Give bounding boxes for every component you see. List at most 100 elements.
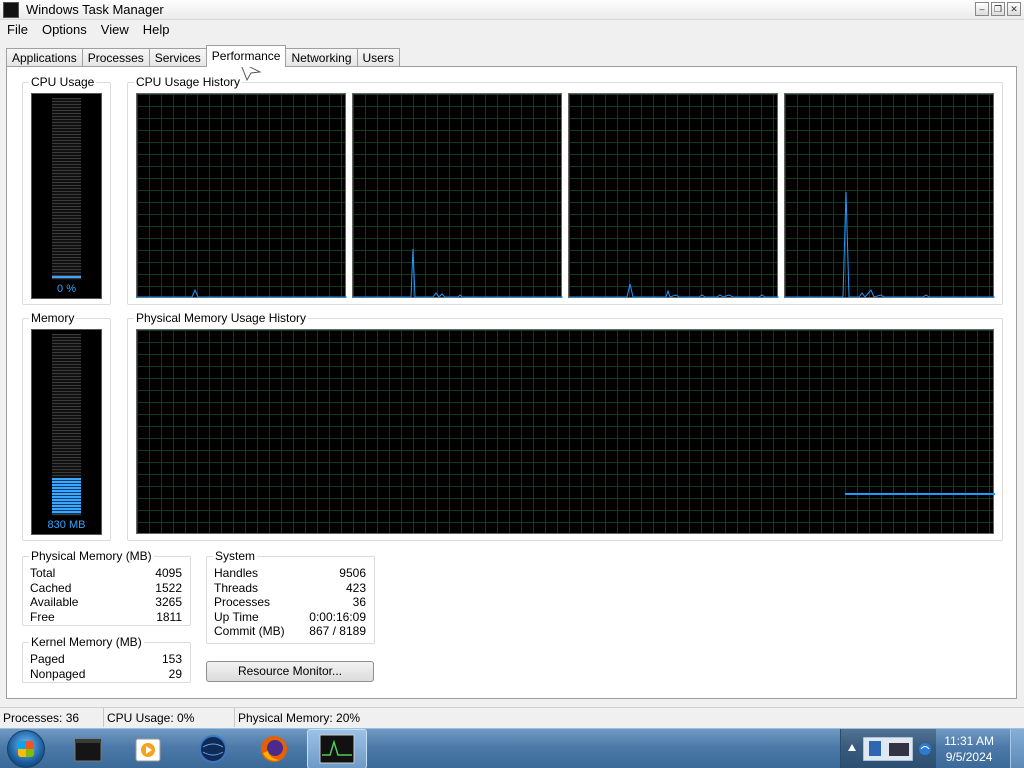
tab-performance[interactable]: Performance bbox=[205, 45, 287, 67]
stat-name: Processes bbox=[214, 595, 271, 609]
stat-row-nonpaged: Nonpaged 29 bbox=[30, 667, 182, 681]
stat-value: 153 bbox=[161, 652, 182, 666]
memory-meter-fill bbox=[52, 478, 81, 514]
cpu-core-2-line bbox=[353, 248, 563, 298]
task-manager-icon bbox=[319, 734, 355, 764]
memory-label: Memory bbox=[29, 311, 77, 325]
status-processes: Processes: 36 bbox=[0, 708, 104, 727]
stat-name: Nonpaged bbox=[30, 667, 86, 681]
cpu-meter-fill bbox=[52, 276, 81, 278]
stat-value: 3265 bbox=[155, 595, 182, 609]
cpu-core-1-graph bbox=[136, 93, 347, 298]
cpu-core-3-graph bbox=[568, 93, 779, 298]
cpu-usage-value: 0 % bbox=[57, 283, 76, 295]
close-button[interactable]: ✕ bbox=[1007, 2, 1021, 16]
window-controls: – ❐ ✕ bbox=[975, 2, 1021, 16]
memory-history-graph bbox=[136, 329, 995, 534]
memory-history-line bbox=[845, 493, 995, 495]
physical-memory-label: Physical Memory (MB) bbox=[29, 549, 154, 563]
cpu-core-1-line bbox=[137, 288, 347, 298]
kernel-memory-label: Kernel Memory (MB) bbox=[29, 635, 144, 649]
window-title: Windows Task Manager bbox=[26, 2, 164, 17]
windows-flag-icon bbox=[18, 741, 34, 757]
memory-history-label: Physical Memory Usage History bbox=[134, 311, 309, 325]
clock[interactable]: 11:31 AM 9/5/2024 bbox=[944, 733, 994, 765]
stat-value: 4095 bbox=[155, 566, 182, 580]
cpu-core-4-line bbox=[785, 191, 995, 298]
stat-row-cached: Cached 1522 bbox=[30, 581, 182, 595]
stat-row-handles: Handles 9506 bbox=[214, 566, 366, 580]
menu-bar: File Options View Help bbox=[0, 21, 176, 39]
kernel-memory-group: Kernel Memory (MB) Paged 153 Nonpaged 29 bbox=[22, 635, 191, 683]
status-bar: Processes: 36 CPU Usage: 0% Physical Mem… bbox=[0, 707, 1024, 727]
stat-name: Commit (MB) bbox=[214, 624, 285, 638]
stat-row-total: Total 4095 bbox=[30, 566, 182, 580]
stat-row-available: Available 3265 bbox=[30, 595, 182, 609]
show-desktop-button[interactable] bbox=[1010, 729, 1024, 768]
tab-services[interactable]: Services bbox=[148, 48, 207, 67]
memory-meter: 830 MB bbox=[31, 329, 102, 535]
system-tray bbox=[840, 729, 936, 768]
terminal-icon[interactable] bbox=[72, 733, 104, 765]
stat-value: 9506 bbox=[339, 566, 366, 580]
stat-name: Up Time bbox=[214, 610, 259, 624]
cpu-core-3-line bbox=[569, 283, 779, 298]
stat-name: Total bbox=[30, 566, 56, 580]
stat-value: 423 bbox=[345, 581, 366, 595]
tab-strip: Applications Processes Services Performa… bbox=[6, 45, 400, 67]
memory-value: 830 MB bbox=[47, 519, 86, 531]
stat-name: Available bbox=[30, 595, 79, 609]
stat-name: Paged bbox=[30, 652, 65, 666]
menu-file[interactable]: File bbox=[0, 21, 35, 39]
menu-help[interactable]: Help bbox=[136, 21, 177, 39]
memory-history-group: Physical Memory Usage History bbox=[127, 311, 1003, 541]
memory-group: Memory 830 MB bbox=[22, 311, 111, 541]
stat-value: 867 / 8189 bbox=[309, 624, 366, 638]
windows-start-orb[interactable] bbox=[7, 730, 45, 768]
cpu-usage-label: CPU Usage bbox=[29, 75, 97, 89]
menu-view[interactable]: View bbox=[94, 21, 136, 39]
globe-icon[interactable] bbox=[197, 733, 229, 765]
tray-app-icon[interactable] bbox=[863, 737, 913, 761]
stat-name: Handles bbox=[214, 566, 259, 580]
cpu-core-2-graph bbox=[352, 93, 563, 298]
status-cpu-usage: CPU Usage: 0% bbox=[104, 708, 235, 727]
system-group: System Handles 9506 Threads 423 Processes 3… bbox=[206, 549, 375, 644]
stat-value: 29 bbox=[168, 667, 182, 681]
cpu-history-group: CPU Usage History bbox=[127, 75, 1003, 305]
cpu-usage-group: CPU Usage 0 % bbox=[22, 75, 111, 305]
stat-row-threads: Threads 423 bbox=[214, 581, 366, 595]
stat-row-uptime: Up Time 0:00:16:09 bbox=[214, 610, 366, 624]
tab-processes[interactable]: Processes bbox=[81, 48, 150, 67]
resource-monitor-button[interactable]: Resource Monitor... bbox=[206, 661, 374, 682]
stat-value: 0:00:16:09 bbox=[309, 610, 366, 624]
clock-date: 9/5/2024 bbox=[945, 750, 993, 764]
restore-button[interactable]: ❐ bbox=[991, 2, 1005, 16]
tab-networking[interactable]: Networking bbox=[285, 48, 358, 67]
stat-name: Free bbox=[30, 610, 55, 624]
taskbar: 11:31 AM 9/5/2024 bbox=[0, 728, 1024, 768]
taskbar-task-manager-button[interactable] bbox=[307, 729, 367, 768]
task-manager-app-icon bbox=[3, 2, 19, 18]
stat-row-paged: Paged 153 bbox=[30, 652, 182, 666]
minimize-button[interactable]: – bbox=[975, 2, 989, 16]
menu-options[interactable]: Options bbox=[35, 21, 94, 39]
tab-users[interactable]: Users bbox=[356, 48, 400, 67]
tab-applications[interactable]: Applications bbox=[6, 48, 83, 67]
performance-panel: CPU Usage 0 % CPU Usage History Memory 8… bbox=[6, 66, 1017, 699]
cpu-core-4-graph bbox=[784, 93, 995, 298]
show-hidden-icons-icon[interactable] bbox=[847, 741, 857, 755]
title-bar: Windows Task Manager – ❐ ✕ bbox=[0, 0, 1024, 20]
cpu-usage-meter: 0 % bbox=[31, 93, 102, 299]
cpu-meter-bars bbox=[52, 98, 81, 280]
stat-row-commit: Commit (MB) 867 / 8189 bbox=[214, 624, 366, 638]
system-label: System bbox=[213, 549, 258, 563]
stat-row-processes: Processes 36 bbox=[214, 595, 366, 609]
physical-memory-group: Physical Memory (MB) Total 4095 Cached 152… bbox=[22, 549, 191, 626]
status-physical-memory: Physical Memory: 20% bbox=[238, 711, 361, 725]
network-icon[interactable] bbox=[917, 741, 933, 757]
stat-value: 1811 bbox=[156, 610, 182, 624]
media-player-icon[interactable] bbox=[132, 733, 164, 765]
firefox-icon[interactable] bbox=[258, 733, 290, 765]
stat-value: 1522 bbox=[155, 581, 182, 595]
